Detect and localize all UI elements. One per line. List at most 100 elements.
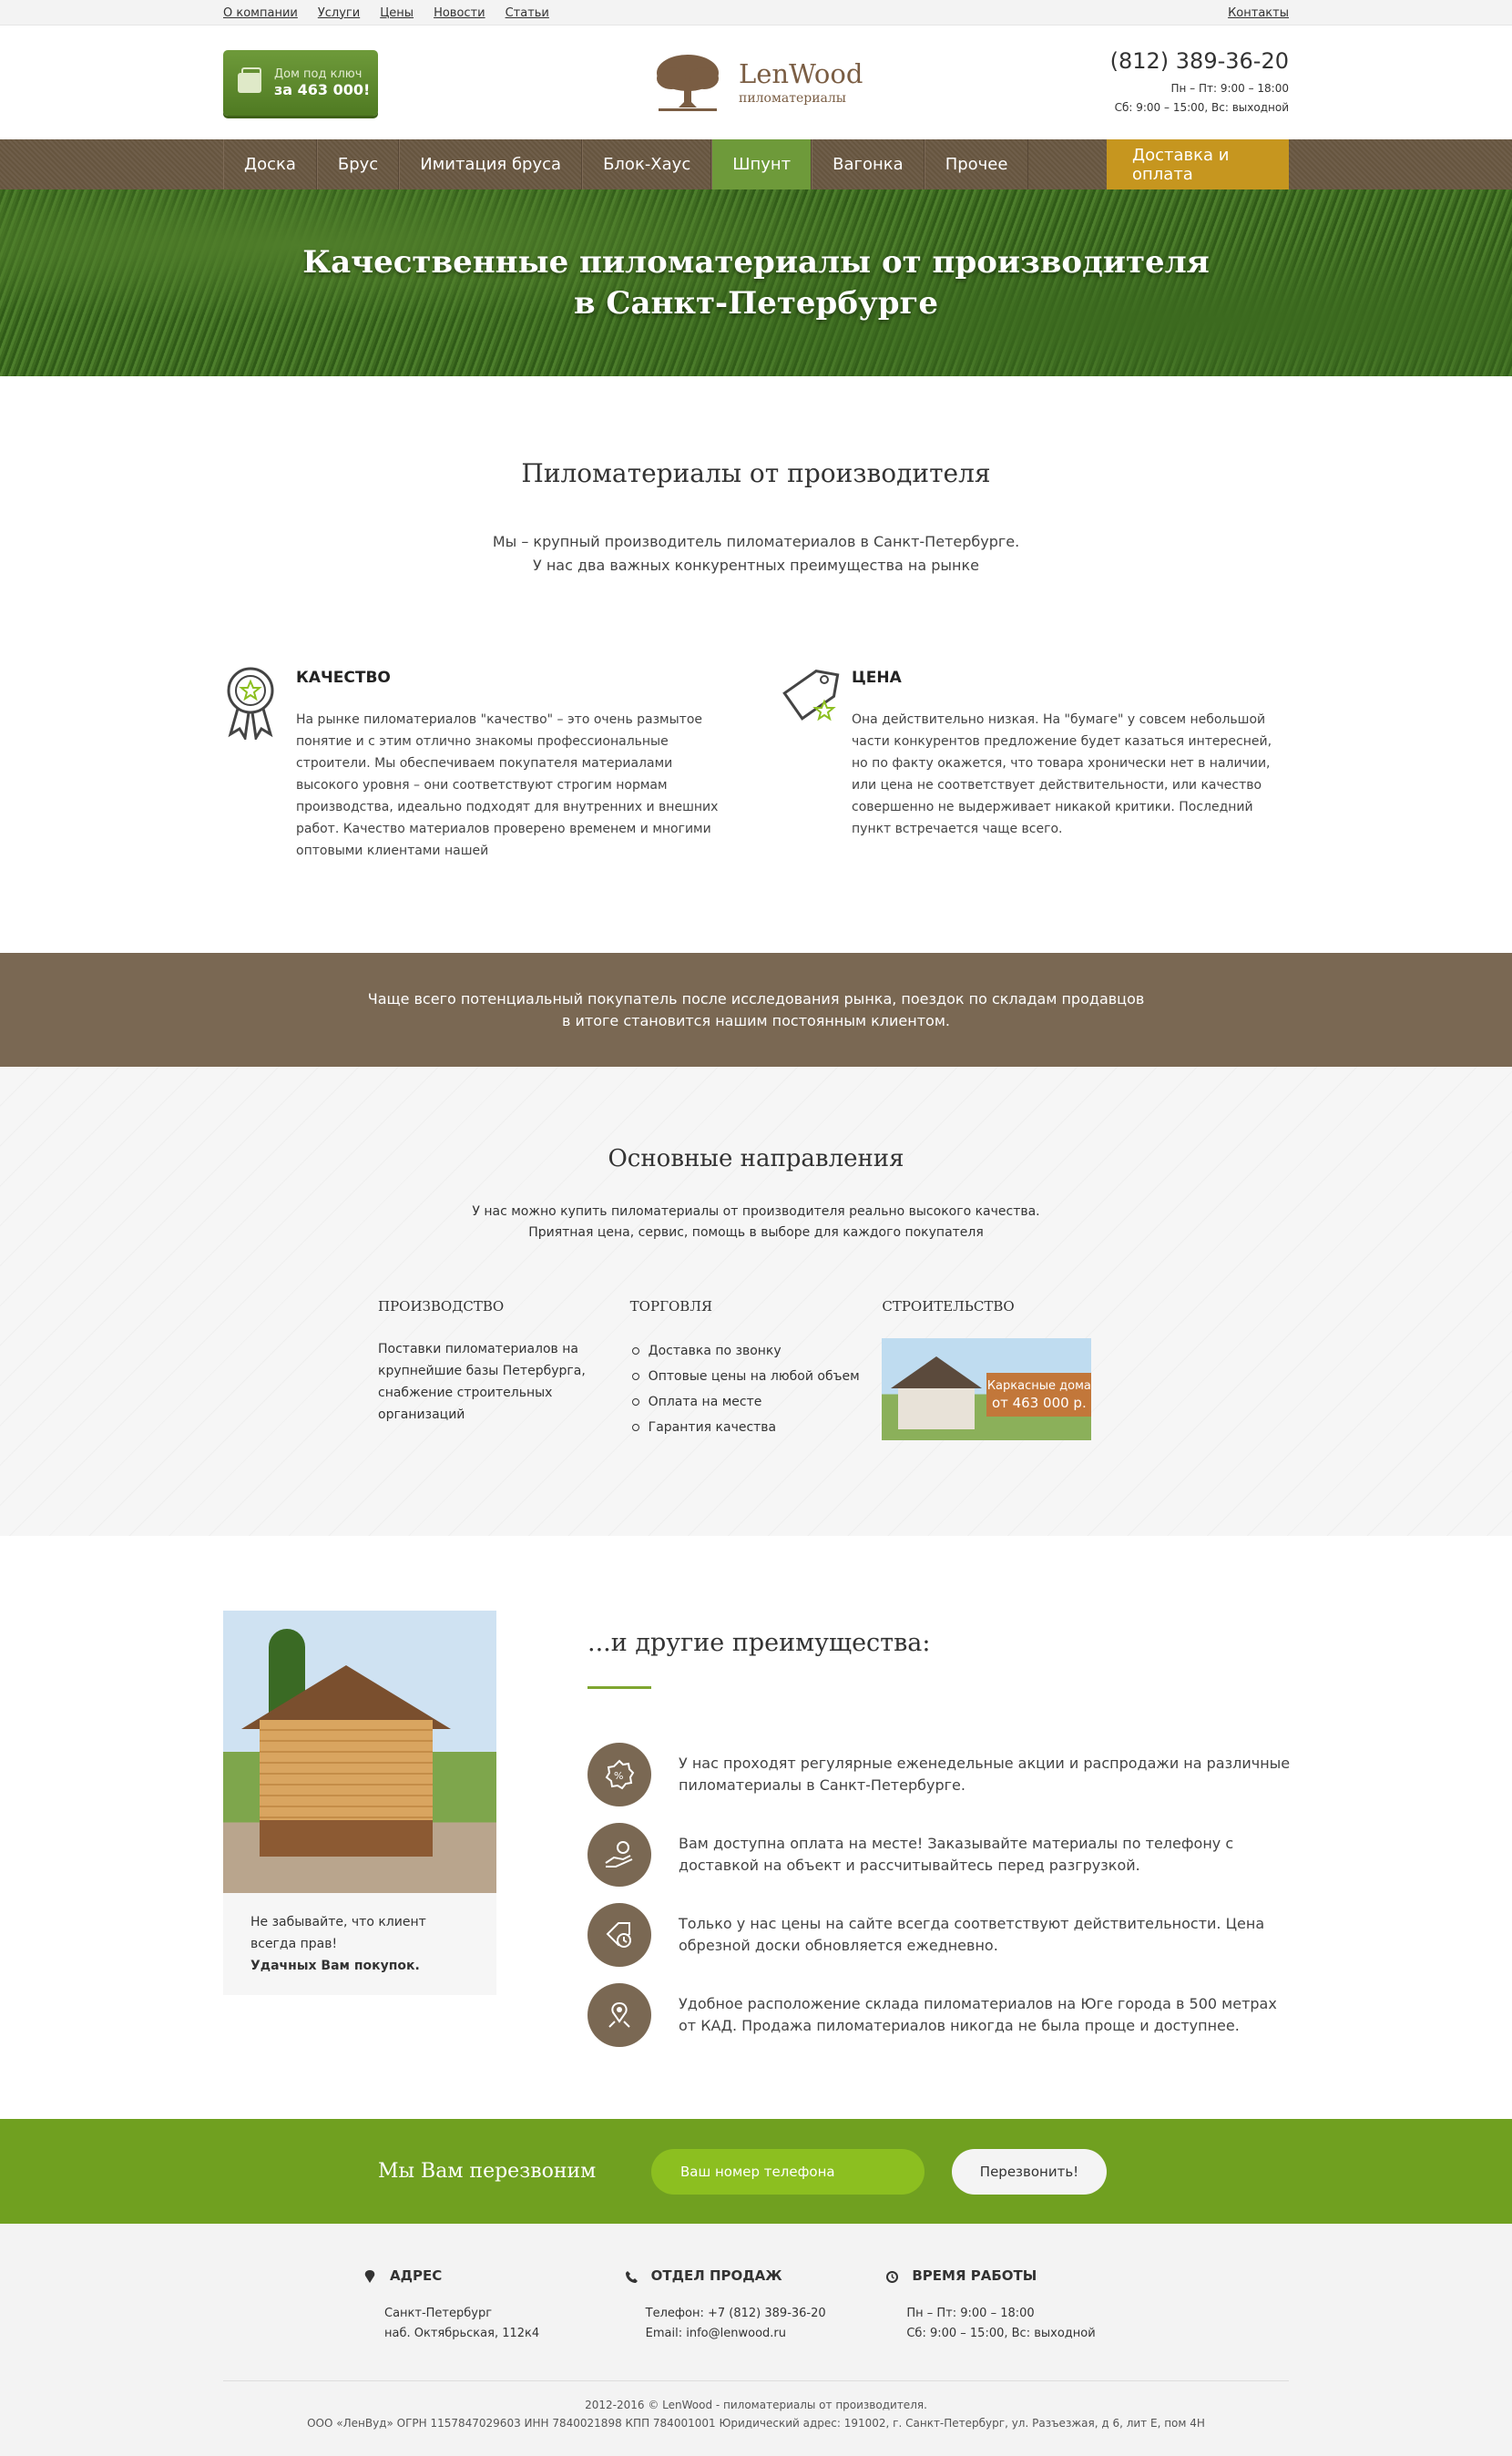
location-pin-icon (364, 2270, 375, 2283)
discount-icon: % (587, 1743, 651, 1806)
top-link-contacts[interactable]: Контакты (1228, 6, 1289, 20)
house-body (898, 1388, 976, 1429)
site-footer: АДРЕС Санкт-Петербург наб. Октябрьская, … (0, 2224, 1512, 2456)
house-tag-line1: Каркасные дома (986, 1379, 1091, 1393)
promo-line1: Дом под ключ (274, 67, 363, 81)
nav-item-lining[interactable]: Вагонка (812, 139, 925, 189)
nav-item-board[interactable]: Доска (223, 139, 317, 189)
advantage-item: Удобное расположение склада пиломатериал… (587, 1975, 1298, 2055)
footer-sales-phone[interactable]: Телефон: +7 (812) 389-36-20 (626, 2304, 887, 2324)
promo-line2: за 463 000! (274, 80, 371, 98)
list-item: Оплата на месте (630, 1389, 883, 1415)
advantage-item: Вам доступна оплата на месте! Заказывайт… (587, 1815, 1298, 1895)
nav-item-tongue[interactable]: Шпунт (711, 139, 812, 189)
footer-copyright: 2012-2016 © LenWood - пиломатериалы от п… (0, 2396, 1512, 2432)
footer-address-line1: Санкт-Петербург (384, 2307, 493, 2320)
logo-name: LenWood (739, 57, 863, 89)
house-tag-line2: от 463 000 р. (991, 1395, 1087, 1411)
feature-price: ЦЕНА Она действительно низкая. На "бумаг… (779, 665, 1289, 862)
callback-button[interactable]: Перезвонить! (952, 2148, 1107, 2195)
top-link-prices[interactable]: Цены (380, 6, 414, 20)
top-link-about[interactable]: О компании (223, 6, 298, 20)
feature-quality-text: На рынке пиломатериалов "качество" – это… (296, 712, 719, 858)
footer-hours-title: ВРЕМЯ РАБОТЫ (912, 2267, 1037, 2284)
advantages-list: ...и другие преимущества: % У нас проход… (587, 1611, 1298, 2055)
callback-title: Мы Вам перезвоним (378, 2160, 597, 2183)
advantages-note-line1: Не забывайте, что клиент всегда прав! (250, 1915, 426, 1951)
hand-coin-icon (587, 1823, 651, 1887)
nav-item-beam[interactable]: Брус (316, 139, 400, 189)
top-link-articles[interactable]: Статьи (506, 6, 549, 20)
direction-trade-title: ТОРГОВЛЯ (629, 1298, 712, 1315)
direction-production: ПРОИЗВОДСТВО Поставки пиломатериалов на … (378, 1298, 630, 1440)
advantage-text: Только у нас цены на сайте всегда соотве… (679, 1915, 1265, 1954)
tree-logo-icon (657, 55, 719, 111)
directions-title: Основные направления (608, 1145, 904, 1172)
hero-banner: Качественные пиломатериалы от производит… (0, 189, 1512, 376)
top-link-news[interactable]: Новости (434, 6, 485, 20)
band-line2: в итоге становится нашим постоянным клие… (562, 1011, 950, 1029)
price-tag-clock-icon (587, 1903, 651, 1967)
footer-address-line2: наб. Октябрьская, 112к4 (384, 2327, 540, 2340)
title-underline (587, 1686, 651, 1689)
site-header: Дом под ключ за 463 000! LenWood пиломат… (0, 26, 1512, 139)
wooden-house-photo (223, 1611, 496, 1893)
header-phone[interactable]: (812) 389-36-20 (1110, 48, 1289, 74)
advantage-item: Только у нас цены на сайте всегда соотве… (587, 1895, 1298, 1975)
directions-lead: У нас можно купить пиломатериалы от прои… (0, 1202, 1512, 1243)
house-box-icon (238, 67, 261, 93)
direction-construction: СТРОИТЕЛЬСТВО Каркасные дома от 463 000 … (882, 1298, 1134, 1440)
intro-title: Пиломатериалы от производителя (521, 458, 991, 488)
advantages-section: Не забывайте, что клиент всегда прав! Уд… (0, 1536, 1512, 2119)
list-item: Доставка по звонку (630, 1338, 883, 1364)
intro-line2: У нас два важных конкурентных преимущест… (533, 557, 979, 574)
advantage-text: Удобное расположение склада пиломатериал… (679, 1995, 1277, 2034)
nav-item-other[interactable]: Прочее (924, 139, 1029, 189)
direction-production-title: ПРОИЗВОДСТВО (378, 1298, 505, 1315)
price-tag-icon (779, 665, 852, 862)
intro-text: Мы – крупный производитель пиломатериало… (223, 530, 1289, 578)
advantage-text: У нас проходят регулярные еженедельные а… (679, 1755, 1291, 1794)
logo-subtitle: пиломатериалы (739, 90, 846, 106)
frame-house-banner[interactable]: Каркасные дома от 463 000 р. (882, 1338, 1092, 1440)
phone-icon (625, 2270, 638, 2283)
house-roof (891, 1356, 983, 1388)
advantage-item: % У нас проходят регулярные еженедельные… (587, 1735, 1298, 1815)
hero-title-line2: в Санкт-Петербурге (573, 284, 939, 322)
intro-section: Пиломатериалы от производителя Мы – круп… (223, 376, 1289, 578)
footer-copyright-line1: 2012-2016 © LenWood - пиломатериалы от п… (585, 2399, 927, 2411)
intro-line1: Мы – крупный производитель пиломатериало… (492, 533, 1020, 550)
award-ribbon-icon (223, 665, 296, 862)
footer-address-title: АДРЕС (390, 2267, 443, 2284)
house-porch-shape (260, 1820, 433, 1857)
hero-title-line1: Качественные пиломатериалы от производит… (302, 243, 1210, 281)
features: КАЧЕСТВО На рынке пиломатериалов "качест… (223, 578, 1289, 953)
feature-quality: КАЧЕСТВО На рынке пиломатериалов "качест… (223, 665, 733, 862)
directions-lead2: Приятная цена, сервис, помощь в выборе д… (528, 1225, 984, 1240)
footer-legal-info: ООО «ЛенВуд» ОГРН 1157847029603 ИНН 7840… (307, 2417, 1205, 2430)
footer-address: АДРЕС Санкт-Петербург наб. Октябрьская, … (364, 2267, 626, 2344)
nav-delivery-button[interactable]: Доставка и оплата (1107, 139, 1289, 189)
phone-input[interactable] (651, 2148, 925, 2195)
callback-section: Мы Вам перезвоним Перезвонить! (0, 2119, 1512, 2224)
footer-sales: ОТДЕЛ ПРОДАЖ Телефон: +7 (812) 389-36-20… (625, 2267, 887, 2344)
header-hours-weekdays: Пн – Пт: 9:00 – 18:00 (1170, 81, 1289, 95)
footer-hours-weekdays: Пн – Пт: 9:00 – 18:00 (906, 2307, 1035, 2320)
nav-item-block-house[interactable]: Блок-Хаус (582, 139, 712, 189)
header-hours-weekend: Сб: 9:00 – 15:00, Вс: выходной (1114, 100, 1289, 114)
house-price-tag: Каркасные дома от 463 000 р. (986, 1373, 1092, 1417)
feature-quality-title: КАЧЕСТВО (296, 669, 391, 687)
band-line1: Чаще всего потенциальный покупатель посл… (367, 989, 1145, 1008)
nav-item-imitation-beam[interactable]: Имитация бруса (399, 139, 583, 189)
site-logo[interactable]: LenWood пиломатериалы (651, 51, 863, 115)
svg-text:%: % (614, 1770, 623, 1782)
footer-hours: ВРЕМЯ РАБОТЫ Пн – Пт: 9:00 – 18:00 Сб: 9… (886, 2267, 1148, 2344)
top-bar: О компании Услуги Цены Новости Статьи Ко… (0, 0, 1512, 26)
advantages-note: Не забывайте, что клиент всегда прав! Уд… (223, 1893, 496, 1995)
footer-divider (223, 2380, 1289, 2381)
footer-sales-email[interactable]: Email: info@lenwood.ru (626, 2324, 887, 2344)
house-promo-button[interactable]: Дом под ключ за 463 000! (223, 49, 378, 116)
list-item: Оптовые цены на любой объем (630, 1364, 883, 1389)
feature-price-title: ЦЕНА (852, 669, 902, 687)
top-link-services[interactable]: Услуги (318, 6, 360, 20)
